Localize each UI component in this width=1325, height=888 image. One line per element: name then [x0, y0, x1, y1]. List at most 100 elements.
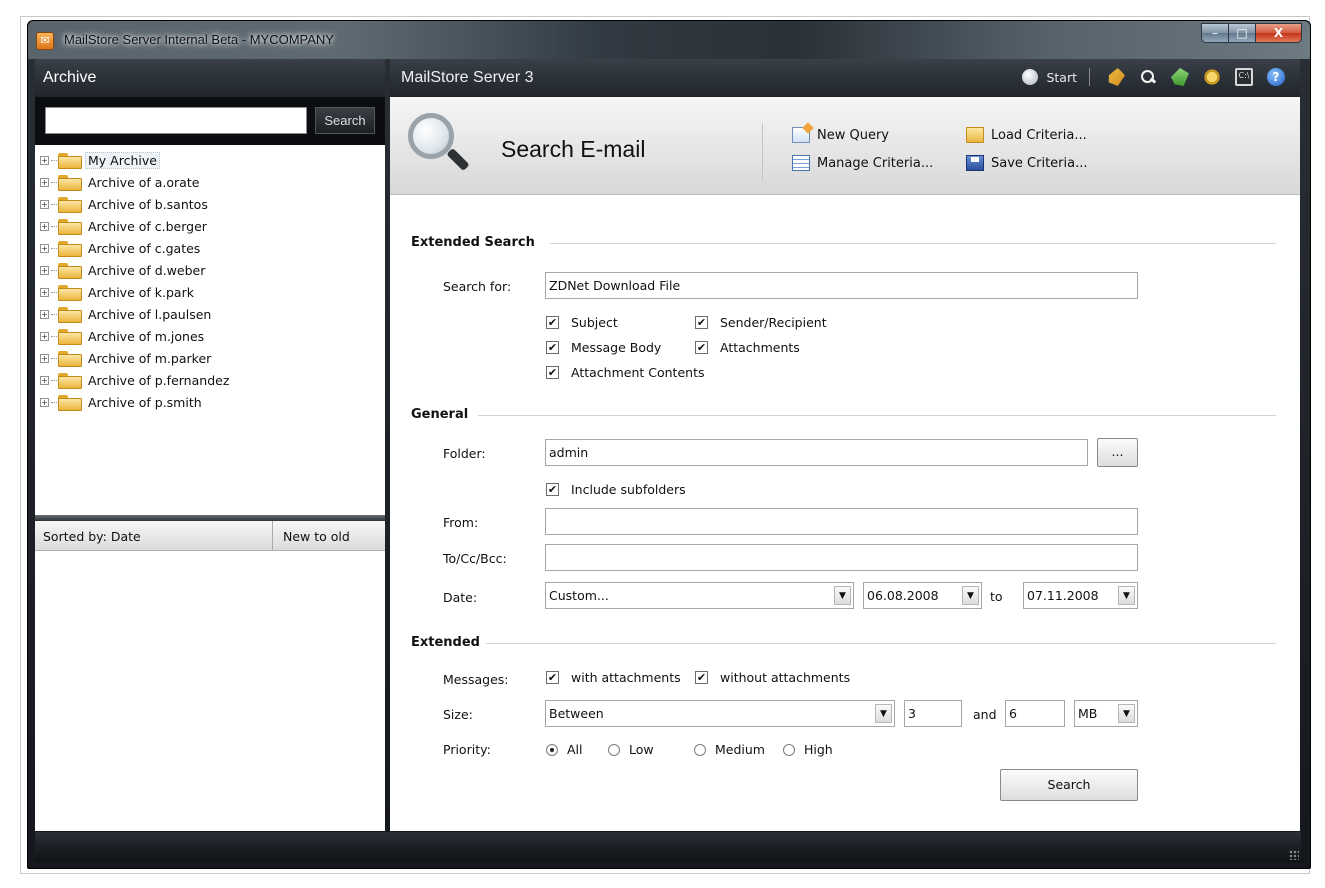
tree-connector	[51, 159, 57, 161]
subject-checkbox[interactable]: ✔ Subject	[546, 315, 618, 330]
size-mode-select[interactable]: Between ▼	[545, 700, 895, 727]
size-unit-select[interactable]: MB ▼	[1074, 700, 1138, 727]
expand-icon[interactable]: +	[40, 397, 49, 407]
save-criteria-button[interactable]: Save Criteria...	[966, 155, 1088, 171]
radio-icon	[783, 743, 795, 756]
administrative-tools-icon[interactable]	[1203, 68, 1221, 86]
priority-all-radio[interactable]: All	[546, 742, 583, 757]
archive-tree-item[interactable]: + Archive of p.smith	[35, 391, 385, 413]
expand-icon[interactable]: +	[40, 331, 49, 341]
search-icon[interactable]	[1139, 68, 1157, 86]
window-title: MailStore Server Internal Beta - MYCOMPA…	[64, 32, 334, 47]
attachment-contents-checkbox[interactable]: ✔ Attachment Contents	[546, 365, 704, 380]
without-attachments-checkbox[interactable]: ✔ without attachments	[695, 670, 850, 685]
expand-icon[interactable]: +	[40, 155, 49, 165]
expand-icon[interactable]: +	[40, 265, 49, 275]
load-criteria-button[interactable]: Load Criteria...	[966, 127, 1087, 143]
minimize-button[interactable]: –	[1201, 23, 1229, 43]
folder-icon	[58, 307, 82, 323]
start-label: Start	[1046, 69, 1077, 85]
export-icon[interactable]	[1171, 68, 1189, 86]
attachments-checkbox[interactable]: ✔ Attachments	[695, 340, 800, 355]
archive-search-input[interactable]	[45, 107, 307, 134]
tree-connector	[51, 357, 57, 359]
folder-icon	[58, 329, 82, 345]
window-controls: – □ X	[1201, 23, 1302, 43]
magnifier-icon	[408, 113, 470, 175]
priority-high-label: High	[804, 742, 833, 757]
archive-tree-item[interactable]: + Archive of c.berger	[35, 215, 385, 237]
chevron-down-icon[interactable]: ▼	[1118, 704, 1135, 723]
sort-order-toggle[interactable]: New to old	[273, 521, 385, 550]
expand-icon[interactable]: +	[40, 221, 49, 231]
expand-icon[interactable]: +	[40, 375, 49, 385]
expand-icon[interactable]: +	[40, 309, 49, 319]
message-body-checkbox[interactable]: ✔ Message Body	[546, 340, 661, 355]
search-for-input[interactable]: ZDNet Download File	[545, 272, 1138, 299]
from-input[interactable]	[545, 508, 1138, 535]
sender-recipient-checkbox[interactable]: ✔ Sender/Recipient	[695, 315, 827, 330]
extended-search-heading: Extended Search	[411, 235, 535, 250]
date-mode-select[interactable]: Custom... ▼	[545, 582, 854, 609]
start-button[interactable]: Start	[1022, 69, 1089, 85]
date-to-word: to	[990, 589, 1003, 604]
new-query-button[interactable]: New Query	[792, 127, 889, 143]
date-from-picker[interactable]: 06.08.2008 ▼	[863, 582, 982, 609]
chevron-down-icon[interactable]: ▼	[875, 704, 892, 723]
archive-tree-label: Archive of c.gates	[88, 240, 201, 256]
section-divider	[478, 415, 1276, 416]
date-to-picker[interactable]: 07.11.2008 ▼	[1023, 582, 1138, 609]
command-line-icon[interactable]: C:\	[1235, 68, 1253, 86]
archive-tree-item[interactable]: + Archive of m.parker	[35, 347, 385, 369]
date-from-value: 06.08.2008	[867, 588, 939, 603]
search-submit-button[interactable]: Search	[1000, 769, 1138, 801]
archive-tree-item[interactable]: + Archive of m.jones	[35, 325, 385, 347]
archive-email-icon[interactable]	[1108, 68, 1125, 86]
folder-icon	[58, 395, 82, 411]
tree-connector	[51, 401, 57, 403]
chevron-down-icon[interactable]: ▼	[834, 586, 851, 605]
archive-tree-item[interactable]: + Archive of a.orate	[35, 171, 385, 193]
toolbar-separator	[1089, 68, 1090, 86]
archive-tree-item[interactable]: + Archive of c.gates	[35, 237, 385, 259]
chevron-down-icon[interactable]: ▼	[1118, 586, 1135, 605]
expand-icon[interactable]: +	[40, 287, 49, 297]
chevron-down-icon[interactable]: ▼	[962, 586, 979, 605]
expand-icon[interactable]: +	[40, 353, 49, 363]
archive-tree-item[interactable]: + My Archive	[35, 149, 385, 171]
archive-panel: Archive Search + My Archive + Archive of a.…	[35, 59, 385, 831]
size-min-input[interactable]: 3	[904, 700, 962, 727]
folder-icon	[58, 263, 82, 279]
browse-folder-button[interactable]: ...	[1097, 438, 1138, 467]
expand-icon[interactable]: +	[40, 199, 49, 209]
resize-grip-icon[interactable]	[1289, 850, 1299, 860]
help-icon[interactable]: ?	[1267, 68, 1285, 86]
size-max-input[interactable]: 6	[1005, 700, 1065, 727]
archive-tree-item[interactable]: + Archive of d.weber	[35, 259, 385, 281]
with-attachments-checkbox[interactable]: ✔ with attachments	[546, 670, 681, 685]
to-cc-bcc-input[interactable]	[545, 544, 1138, 571]
sorted-by-label[interactable]: Sorted by: Date	[35, 521, 273, 550]
archive-tree-item[interactable]: + Archive of p.fernandez	[35, 369, 385, 391]
priority-medium-radio[interactable]: Medium	[694, 742, 765, 757]
archive-tree-item[interactable]: + Archive of k.park	[35, 281, 385, 303]
manage-criteria-button[interactable]: Manage Criteria...	[792, 155, 933, 171]
tree-connector	[51, 181, 57, 183]
priority-low-radio[interactable]: Low	[608, 742, 654, 757]
archive-tree-item[interactable]: + Archive of b.santos	[35, 193, 385, 215]
priority-high-radio[interactable]: High	[783, 742, 833, 757]
maximize-button[interactable]: □	[1229, 23, 1256, 43]
expand-icon[interactable]: +	[40, 177, 49, 187]
expand-icon[interactable]: +	[40, 243, 49, 253]
priority-low-label: Low	[629, 742, 654, 757]
archive-tree-item[interactable]: + Archive of l.paulsen	[35, 303, 385, 325]
page-title: Search E-mail	[501, 136, 646, 162]
tree-connector	[51, 379, 57, 381]
close-button[interactable]: X	[1256, 23, 1302, 43]
include-subfolders-checkbox[interactable]: ✔ Include subfolders	[546, 482, 686, 497]
header-toolbar: Start C:\ ?	[1022, 68, 1292, 86]
archive-search-button[interactable]: Search	[315, 107, 375, 134]
general-heading: General	[411, 407, 469, 422]
folder-input[interactable]: admin	[545, 439, 1088, 466]
radio-icon	[608, 743, 620, 756]
